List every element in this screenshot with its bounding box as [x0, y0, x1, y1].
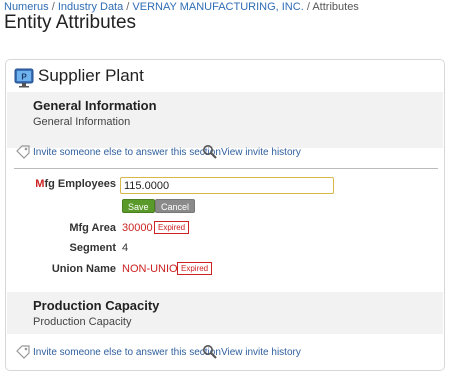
section-title: General Information: [33, 98, 157, 113]
mfg-employees-input[interactable]: [120, 177, 334, 194]
breadcrumb-link-company[interactable]: VERNAY MANUFACTURING, INC.: [132, 1, 303, 13]
invite-bar: Invite someone else to answer this secti…: [16, 144, 436, 162]
monitor-icon-letter: P: [21, 73, 27, 82]
union-name-label: Union Name: [51, 263, 116, 275]
save-button[interactable]: Save: [122, 199, 155, 213]
panel-header: P Supplier Plant: [11, 66, 311, 88]
mfg-employees-label-text: fg Employees: [44, 178, 116, 190]
supplier-plant-panel: P Supplier Plant General Information Gen…: [5, 59, 445, 371]
page-title: Entity Attributes: [4, 12, 137, 33]
view-invite-history-link[interactable]: View invite history: [221, 147, 301, 158]
section-general-information: General Information General Information: [7, 92, 443, 148]
mfg-employees-label: Mfg Employees: [26, 178, 116, 190]
mfg-area-label: Mfg Area: [69, 222, 116, 234]
section-production-capacity: Production Capacity Production Capacity: [7, 292, 443, 334]
cancel-button[interactable]: Cancel: [155, 199, 196, 213]
magnifier-icon: [202, 344, 218, 360]
breadcrumb-separator: /: [306, 1, 310, 13]
expired-badge: Expired: [154, 221, 190, 234]
mfg-area-value: 30000: [122, 222, 153, 234]
tag-icon: [16, 145, 30, 159]
invite-someone-link[interactable]: Invite someone else to answer this secti…: [33, 347, 221, 358]
panel-title: Supplier Plant: [38, 66, 144, 85]
tag-icon: [16, 345, 30, 359]
magnifier-icon: [202, 144, 218, 160]
segment-value: 4: [122, 242, 129, 254]
section-title: Production Capacity: [33, 298, 160, 313]
section-subtitle: Production Capacity: [33, 316, 132, 328]
invite-someone-link[interactable]: Invite someone else to answer this secti…: [33, 147, 221, 158]
divider: [14, 168, 438, 169]
segment-label: Segment: [69, 242, 116, 254]
monitor-icon: P: [14, 68, 34, 88]
invite-bar: Invite someone else to answer this secti…: [16, 344, 436, 362]
breadcrumb-current: Attributes: [312, 1, 359, 13]
expired-badge: Expired: [177, 262, 213, 275]
view-invite-history-link[interactable]: View invite history: [221, 347, 301, 358]
section-subtitle: General Information: [33, 116, 131, 128]
